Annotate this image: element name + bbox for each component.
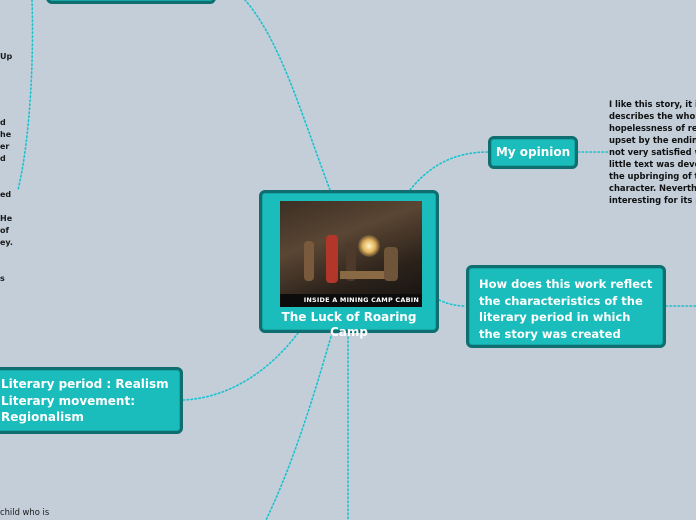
text-fragment: ed <box>0 190 12 199</box>
figure-shape <box>384 247 398 281</box>
topic-label-line1: Literary period : Realism <box>1 377 169 391</box>
table-shape <box>340 271 390 279</box>
figure-shape <box>326 235 338 283</box>
text-fragment: child who is <box>0 507 50 517</box>
text-fragment: ey. <box>0 238 13 247</box>
note-line: I like this story, it is <box>609 99 696 109</box>
topic-node-period[interactable]: Literary period : Realism Literary movem… <box>0 367 183 434</box>
connector-opinion <box>409 151 489 191</box>
connector-reflect <box>438 299 467 307</box>
central-image: INSIDE A MINING CAMP CABIN <box>280 201 422 307</box>
note-line: describes the whole <box>609 111 696 121</box>
lamp-glow <box>358 235 380 257</box>
opinion-notes: I like this story, it is describes the w… <box>609 98 696 206</box>
connector-left-subbranch <box>17 0 34 191</box>
note-line: upset by the ending <box>609 135 696 145</box>
note-line: character. Neverthe <box>609 183 696 193</box>
topic-label: How does this work reflect the character… <box>479 277 653 341</box>
connector-top <box>244 0 331 191</box>
note-line: interesting for its p <box>609 195 696 205</box>
text-fragment: er <box>0 142 10 151</box>
note-line: not very satisfied w <box>609 147 696 157</box>
text-fragment: s <box>0 274 5 283</box>
note-line: little text was devot <box>609 159 696 169</box>
text-fragment: d <box>0 154 6 163</box>
central-topic-title: The Luck of Roaring Camp <box>281 310 417 339</box>
note-line: the upbringing of th <box>609 171 696 181</box>
connector-period <box>182 332 299 401</box>
topic-node-top[interactable] <box>46 0 216 4</box>
topic-node-opinion[interactable]: My opinion <box>488 136 578 169</box>
text-fragment: He <box>0 214 13 223</box>
text-fragment: of <box>0 226 9 235</box>
central-topic[interactable]: INSIDE A MINING CAMP CABIN The Luck of R… <box>259 190 439 339</box>
image-caption: INSIDE A MINING CAMP CABIN <box>280 294 422 307</box>
topic-label-line2: Literary movement: <box>1 393 135 408</box>
connector-bottom-left <box>265 332 333 520</box>
topic-label: My opinion <box>495 145 571 159</box>
topic-node-reflect[interactable]: How does this work reflect the character… <box>466 265 666 348</box>
figure-shape <box>304 241 314 281</box>
topic-label-line3: Regionalism <box>1 410 84 424</box>
text-fragment: d <box>0 118 6 127</box>
text-fragment: Up <box>0 52 13 61</box>
note-line: hopelessness of res <box>609 123 696 133</box>
text-fragment: he <box>0 130 12 139</box>
